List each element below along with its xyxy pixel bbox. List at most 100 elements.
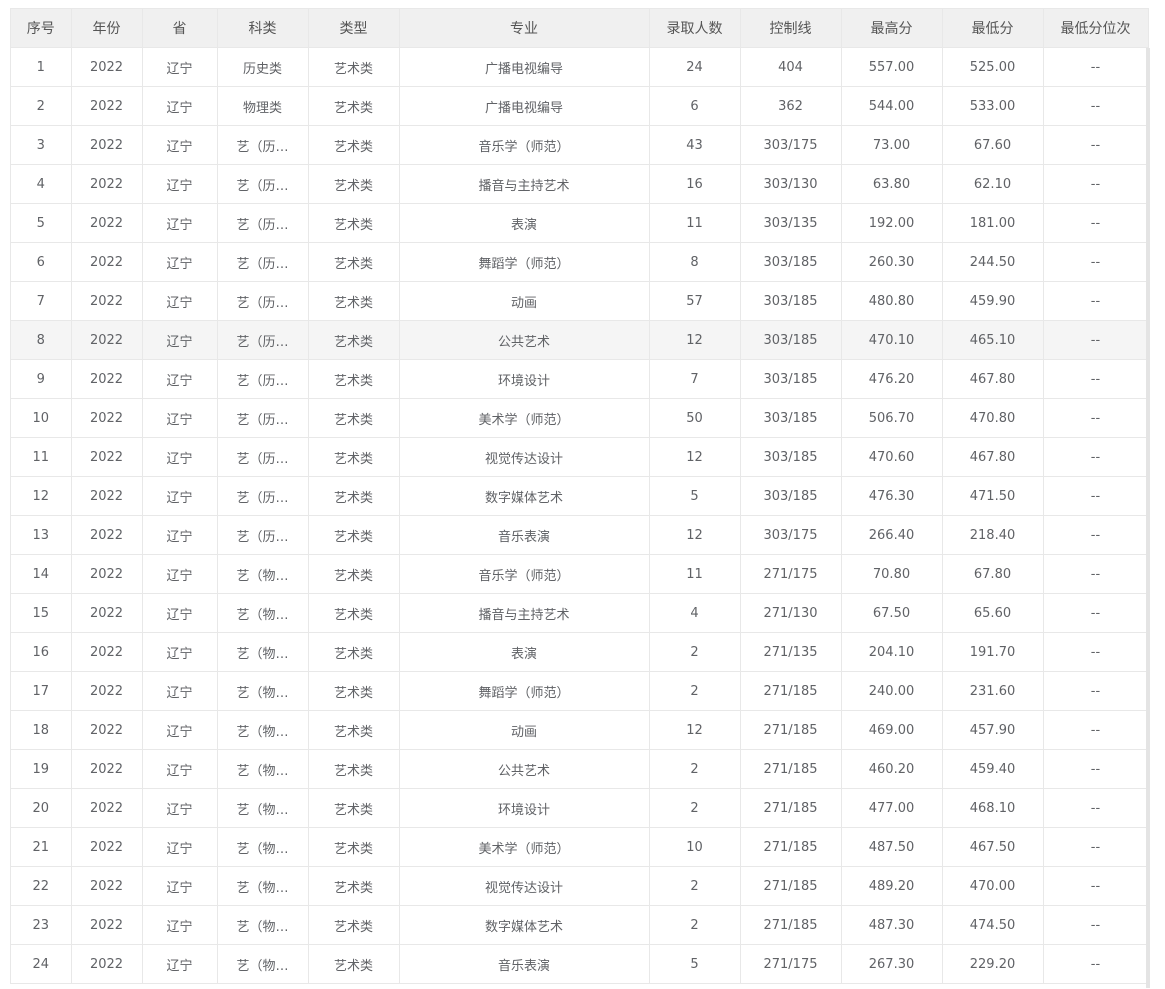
cell-major: 公共艺术 xyxy=(399,749,650,789)
cell-type: 艺术类 xyxy=(308,632,400,672)
table-row[interactable]: 17 2022 辽宁 艺（物… 艺术类 舞蹈学（师范） 2 271/185 240.00 231.… xyxy=(11,671,1149,711)
cell-type: 艺术类 xyxy=(308,866,400,906)
table-row[interactable]: 1 2022 辽宁 历史类 艺术类 广播电视编导 24 404 557.00 525.00 -- xyxy=(11,47,1149,87)
cell-year: 2022 xyxy=(71,203,143,243)
table-row[interactable]: 8 2022 辽宁 艺（历… 艺术类 公共艺术 12 303/185 470.10 465.10-… xyxy=(11,320,1149,360)
cell-major: 音乐学（师范） xyxy=(399,125,650,165)
cell-max-score: 67.50 xyxy=(841,593,943,633)
cell-min-score: 465.10 xyxy=(942,320,1044,360)
cell-major: 动画 xyxy=(399,710,650,750)
column-header-max-score[interactable]: 最高分 xyxy=(841,9,943,48)
cell-control-line: 271/185 xyxy=(740,788,842,828)
column-header-major[interactable]: 专业 xyxy=(399,9,650,48)
column-header-min-score-rank[interactable]: 最低分位次 xyxy=(1043,9,1149,48)
cell-type: 艺术类 xyxy=(308,281,400,321)
table-row[interactable]: 6 2022 辽宁 艺（历… 艺术类 舞蹈学（师范） 8 303/185 260.30 244.5… xyxy=(11,242,1149,282)
column-header-subject[interactable]: 科类 xyxy=(217,9,309,48)
cell-subject: 艺（历… xyxy=(217,398,309,438)
cell-province: 辽宁 xyxy=(142,554,218,594)
table-row[interactable]: 3 2022 辽宁 艺（历… 艺术类 音乐学（师范） 43 303/175 73.00 67.60… xyxy=(11,125,1149,165)
cell-min-score: 191.70 xyxy=(942,632,1044,672)
cell-control-line: 303/185 xyxy=(740,476,842,516)
table-row[interactable]: 4 2022 辽宁 艺（历… 艺术类 播音与主持艺术 16 303/130 63.80 62.10… xyxy=(11,164,1149,204)
cell-year: 2022 xyxy=(71,281,143,321)
table-row[interactable]: 15 2022 辽宁 艺（物… 艺术类 播音与主持艺术 4 271/130 67.50 65.60… xyxy=(11,593,1149,633)
cell-min-score-rank: -- xyxy=(1043,515,1149,555)
cell-province: 辽宁 xyxy=(142,320,218,360)
cell-control-line: 271/135 xyxy=(740,632,842,672)
cell-index: 12 xyxy=(11,476,72,516)
cell-major: 美术学（师范） xyxy=(399,827,650,867)
cell-min-score: 525.00 xyxy=(942,47,1044,87)
cell-year: 2022 xyxy=(71,905,143,945)
column-header-control-line[interactable]: 控制线 xyxy=(740,9,842,48)
table-row[interactable]: 20 2022 辽宁 艺（物… 艺术类 环境设计 2 271/185 477.00 468.10-… xyxy=(11,788,1149,828)
cell-min-score: 459.40 xyxy=(942,749,1044,789)
cell-year: 2022 xyxy=(71,515,143,555)
cell-province: 辽宁 xyxy=(142,749,218,789)
column-header-index[interactable]: 序号 xyxy=(11,9,72,48)
cell-max-score: 73.00 xyxy=(841,125,943,165)
cell-type: 艺术类 xyxy=(308,749,400,789)
cell-min-score: 62.10 xyxy=(942,164,1044,204)
table-row[interactable]: 23 2022 辽宁 艺（物… 艺术类 数字媒体艺术 2 271/185 487.30 474.5… xyxy=(11,905,1149,945)
table-row[interactable]: 18 2022 辽宁 艺（物… 艺术类 动画 12 271/185 469.00 457.90 -- xyxy=(11,710,1149,750)
table-row[interactable]: 11 2022 辽宁 艺（历… 艺术类 视觉传达设计 12 303/185 470.60 467.… xyxy=(11,437,1149,477)
cell-admitted-count: 2 xyxy=(649,905,741,945)
column-header-min-score[interactable]: 最低分 xyxy=(942,9,1044,48)
cell-subject: 艺（物… xyxy=(217,749,309,789)
table-row[interactable]: 24 2022 辽宁 艺（物… 艺术类 音乐表演 5 271/175 267.30 229.20-… xyxy=(11,944,1149,984)
cell-year: 2022 xyxy=(71,554,143,594)
cell-admitted-count: 12 xyxy=(649,710,741,750)
cell-index: 10 xyxy=(11,398,72,438)
cell-control-line: 271/185 xyxy=(740,827,842,867)
table-header-row: 序号 年份 省 科类 类型 专业 录取人数 控制线 最高分 最低分 最低分位次 xyxy=(11,9,1149,48)
table-row[interactable]: 7 2022 辽宁 艺（历… 艺术类 动画 57 303/185 480.80 459.90 -- xyxy=(11,281,1149,321)
table-row[interactable]: 5 2022 辽宁 艺（历… 艺术类 表演 11 303/135 192.00 181.00 -- xyxy=(11,203,1149,243)
cell-min-score: 67.60 xyxy=(942,125,1044,165)
cell-min-score: 229.20 xyxy=(942,944,1044,984)
cell-subject: 艺（历… xyxy=(217,203,309,243)
cell-min-score-rank: -- xyxy=(1043,476,1149,516)
cell-index: 14 xyxy=(11,554,72,594)
cell-max-score: 204.10 xyxy=(841,632,943,672)
cell-subject: 艺（历… xyxy=(217,125,309,165)
cell-admitted-count: 12 xyxy=(649,437,741,477)
cell-type: 艺术类 xyxy=(308,476,400,516)
table-row[interactable]: 19 2022 辽宁 艺（物… 艺术类 公共艺术 2 271/185 460.20 459.40-… xyxy=(11,749,1149,789)
table-row[interactable]: 13 2022 辽宁 艺（历… 艺术类 音乐表演 12 303/175 266.40 218.40… xyxy=(11,515,1149,555)
table-row[interactable]: 2 2022 辽宁 物理类 艺术类 广播电视编导 6 362 544.00 533.00 -- xyxy=(11,86,1149,126)
table-row[interactable]: 16 2022 辽宁 艺（物… 艺术类 表演 2 271/135 204.10 191.70 -- xyxy=(11,632,1149,672)
column-header-type[interactable]: 类型 xyxy=(308,9,400,48)
cell-min-score-rank: -- xyxy=(1043,242,1149,282)
column-header-province[interactable]: 省 xyxy=(142,9,218,48)
cell-subject: 历史类 xyxy=(217,47,309,87)
cell-min-score: 181.00 xyxy=(942,203,1044,243)
table-row[interactable]: 22 2022 辽宁 艺（物… 艺术类 视觉传达设计 2 271/185 489.20 470.0… xyxy=(11,866,1149,906)
cell-province: 辽宁 xyxy=(142,476,218,516)
cell-province: 辽宁 xyxy=(142,827,218,867)
cell-min-score: 244.50 xyxy=(942,242,1044,282)
table-row[interactable]: 9 2022 辽宁 艺（历… 艺术类 环境设计 7 303/185 476.20 467.80 -- xyxy=(11,359,1149,399)
table-row[interactable]: 12 2022 辽宁 艺（历… 艺术类 数字媒体艺术 5 303/185 476.30 471.5… xyxy=(11,476,1149,516)
cell-max-score: 470.60 xyxy=(841,437,943,477)
cell-province: 辽宁 xyxy=(142,710,218,750)
cell-year: 2022 xyxy=(71,242,143,282)
cell-type: 艺术类 xyxy=(308,359,400,399)
table-row[interactable]: 21 2022 辽宁 艺（物… 艺术类 美术学（师范） 10 271/185 487.50 467… xyxy=(11,827,1149,867)
cell-min-score: 468.10 xyxy=(942,788,1044,828)
cell-max-score: 460.20 xyxy=(841,749,943,789)
cell-province: 辽宁 xyxy=(142,671,218,711)
table-row[interactable]: 14 2022 辽宁 艺（物… 艺术类 音乐学（师范） 11 271/175 70.80 67.8… xyxy=(11,554,1149,594)
cell-max-score: 476.20 xyxy=(841,359,943,399)
column-header-year[interactable]: 年份 xyxy=(71,9,143,48)
vertical-scrollbar[interactable] xyxy=(1146,48,1150,988)
cell-min-score-rank: -- xyxy=(1043,710,1149,750)
cell-admitted-count: 2 xyxy=(649,788,741,828)
cell-major: 音乐表演 xyxy=(399,944,650,984)
cell-control-line: 271/185 xyxy=(740,749,842,789)
table-row[interactable]: 10 2022 辽宁 艺（历… 艺术类 美术学（师范） 50 303/185 506.70 470… xyxy=(11,398,1149,438)
cell-province: 辽宁 xyxy=(142,866,218,906)
cell-max-score: 469.00 xyxy=(841,710,943,750)
column-header-admitted-count[interactable]: 录取人数 xyxy=(649,9,741,48)
